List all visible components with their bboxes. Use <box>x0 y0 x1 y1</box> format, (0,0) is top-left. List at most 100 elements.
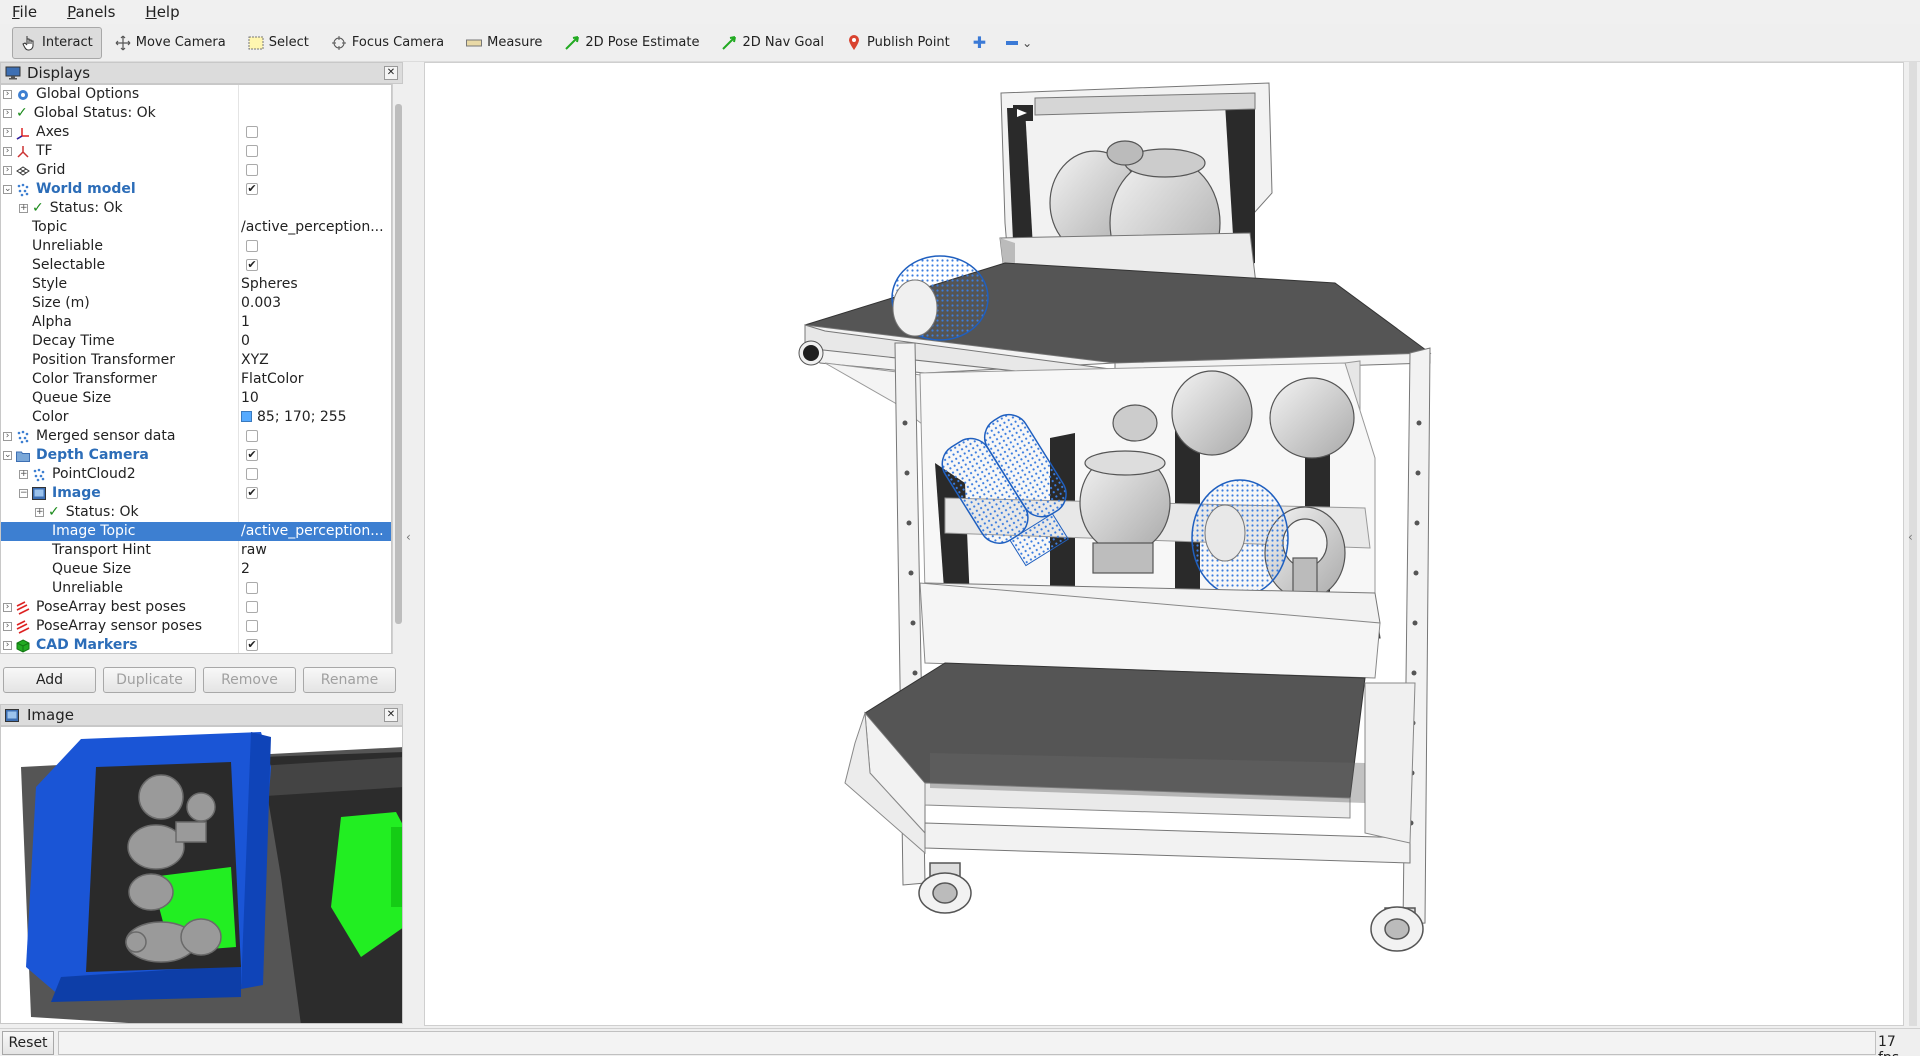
collapse-icon[interactable]: ⌄ <box>3 451 12 460</box>
tree-row-grid[interactable]: › Grid <box>1 161 391 180</box>
expand-icon[interactable]: + <box>19 204 28 213</box>
tree-row-decay-time[interactable]: Decay Time 0 <box>1 332 391 351</box>
world-model-checkbox[interactable]: ✔ <box>246 183 258 195</box>
camera-image-view[interactable] <box>0 726 403 1024</box>
measure-tool-button[interactable]: Measure <box>457 27 551 59</box>
focus-camera-tool-button[interactable]: Focus Camera <box>322 27 453 59</box>
publish-point-tool-button[interactable]: Publish Point <box>837 27 959 59</box>
duplicate-button[interactable]: Duplicate <box>103 667 196 693</box>
posearray-sensor-poses-checkbox[interactable] <box>246 620 258 632</box>
right-strip-thumb[interactable] <box>1909 62 1917 1026</box>
tree-row-world-model[interactable]: ⌄ World model ✔ <box>1 180 391 199</box>
tree-row-merged-sensor-data[interactable]: › Merged sensor data <box>1 427 391 446</box>
remove-button[interactable]: Remove <box>203 667 296 693</box>
interact-tool-button[interactable]: Interact <box>12 26 102 59</box>
decay-time-value[interactable]: 0 <box>241 332 391 351</box>
displays-scrollbar[interactable] <box>392 84 403 654</box>
expand-icon[interactable]: › <box>3 90 12 99</box>
tree-row-size[interactable]: Size (m) 0.003 <box>1 294 391 313</box>
collapse-right-arrow-icon[interactable]: ‹ <box>1908 530 1913 544</box>
topic-value[interactable]: /active_perception... <box>241 218 391 237</box>
tree-row-topic[interactable]: Topic /active_perception... <box>1 218 391 237</box>
add-button[interactable]: Add <box>3 667 96 693</box>
pointcloud2-checkbox[interactable] <box>246 468 258 480</box>
tree-row-color-transformer[interactable]: Color Transformer FlatColor <box>1 370 391 389</box>
expand-icon[interactable]: › <box>3 147 12 156</box>
expand-icon[interactable]: + <box>35 508 44 517</box>
menu-file[interactable]: File <box>8 1 41 23</box>
color-value[interactable]: 85; 170; 255 <box>241 408 391 427</box>
expand-icon[interactable]: › <box>3 622 12 631</box>
tree-row-image-topic[interactable]: Image Topic /active_perception... <box>1 522 391 541</box>
tree-row-image-unreliable[interactable]: Unreliable <box>1 579 391 598</box>
expand-icon[interactable]: › <box>3 166 12 175</box>
tree-row-image-status[interactable]: + ✓ Status: Ok <box>1 503 391 522</box>
pose-estimate-tool-button[interactable]: 2D Pose Estimate <box>555 27 708 59</box>
expand-icon[interactable]: › <box>3 128 12 137</box>
tree-row-depth-camera[interactable]: ⌄ Depth Camera ✔ <box>1 446 391 465</box>
image-topic-value[interactable]: /active_perception... <box>241 522 391 541</box>
tree-row-image[interactable]: − Image ✔ <box>1 484 391 503</box>
tree-row-unreliable[interactable]: Unreliable <box>1 237 391 256</box>
posearray-best-poses-checkbox[interactable] <box>246 601 258 613</box>
tf-checkbox[interactable] <box>246 145 258 157</box>
close-icon[interactable]: ✕ <box>384 66 398 80</box>
tree-row-cad-markers[interactable]: › CAD Markers ✔ <box>1 636 391 653</box>
menu-panels[interactable]: Panels <box>63 1 119 23</box>
image-unreliable-checkbox[interactable] <box>246 582 258 594</box>
tree-row-queue-size[interactable]: Queue Size 10 <box>1 389 391 408</box>
expand-icon[interactable]: › <box>3 641 12 650</box>
tree-row-tf[interactable]: › TF <box>1 142 391 161</box>
tree-row-global-status[interactable]: › ✓ Global Status: Ok <box>1 104 391 123</box>
transport-hint-value[interactable]: raw <box>241 541 391 560</box>
tree-row-posearray-best-poses[interactable]: › PoseArray best poses <box>1 598 391 617</box>
position-transformer-value[interactable]: XYZ <box>241 351 391 370</box>
collapse-icon[interactable]: − <box>19 489 28 498</box>
queue-size-value[interactable]: 10 <box>241 389 391 408</box>
menu-help[interactable]: Help <box>141 1 183 23</box>
collapse-icon[interactable]: ⌄ <box>3 185 12 194</box>
merged-sensor-data-checkbox[interactable] <box>246 430 258 442</box>
tree-row-selectable[interactable]: Selectable ✔ <box>1 256 391 275</box>
expand-icon[interactable]: + <box>19 470 28 479</box>
move-camera-tool-button[interactable]: Move Camera <box>106 27 235 59</box>
depth-camera-checkbox[interactable]: ✔ <box>246 449 258 461</box>
tree-row-world-model-status[interactable]: + ✓ Status: Ok <box>1 199 391 218</box>
tree-row-color[interactable]: Color 85; 170; 255 <box>1 408 391 427</box>
expand-icon[interactable]: › <box>3 109 12 118</box>
selectable-checkbox[interactable]: ✔ <box>246 259 258 271</box>
tree-row-pointcloud2[interactable]: + PointCloud2 <box>1 465 391 484</box>
image-queue-size-value[interactable]: 2 <box>241 560 391 579</box>
expand-icon[interactable]: › <box>3 603 12 612</box>
alpha-value[interactable]: 1 <box>241 313 391 332</box>
scrollbar-thumb[interactable] <box>395 104 402 624</box>
expand-icon[interactable]: › <box>3 432 12 441</box>
tree-row-posearray-sensor-poses[interactable]: › PoseArray sensor poses <box>1 617 391 636</box>
remove-tool-menu[interactable]: ⌄ <box>996 36 1042 50</box>
unreliable-checkbox[interactable] <box>246 240 258 252</box>
cad-markers-checkbox[interactable]: ✔ <box>246 639 258 651</box>
rename-button[interactable]: Rename <box>303 667 396 693</box>
render-3d-view[interactable] <box>424 62 1904 1026</box>
select-tool-button[interactable]: Select <box>239 27 318 59</box>
displays-tree[interactable]: › Global Options › ✓ Global Status: Ok › Axe… <box>0 84 392 654</box>
collapse-left-arrow-icon[interactable]: ‹ <box>406 530 411 544</box>
tree-row-style[interactable]: Style Spheres <box>1 275 391 294</box>
axes-checkbox[interactable] <box>246 126 258 138</box>
grid-checkbox[interactable] <box>246 164 258 176</box>
tree-row-axes[interactable]: › Axes <box>1 123 391 142</box>
tree-row-global-options[interactable]: › Global Options <box>1 85 391 104</box>
color-transformer-value[interactable]: FlatColor <box>241 370 391 389</box>
tree-row-image-queue-size[interactable]: Queue Size 2 <box>1 560 391 579</box>
tree-row-position-transformer[interactable]: Position Transformer XYZ <box>1 351 391 370</box>
close-icon[interactable]: ✕ <box>384 708 398 722</box>
style-value[interactable]: Spheres <box>241 275 391 294</box>
reset-button[interactable]: Reset <box>2 1031 54 1055</box>
tree-row-alpha[interactable]: Alpha 1 <box>1 313 391 332</box>
tree-row-transport-hint[interactable]: Transport Hint raw <box>1 541 391 560</box>
image-checkbox[interactable]: ✔ <box>246 487 258 499</box>
size-value[interactable]: 0.003 <box>241 294 391 313</box>
add-tool-plus-icon[interactable]: ✚ <box>963 33 996 52</box>
right-collapse-strip[interactable] <box>1906 62 1920 1026</box>
nav-goal-tool-button[interactable]: 2D Nav Goal <box>712 27 833 59</box>
